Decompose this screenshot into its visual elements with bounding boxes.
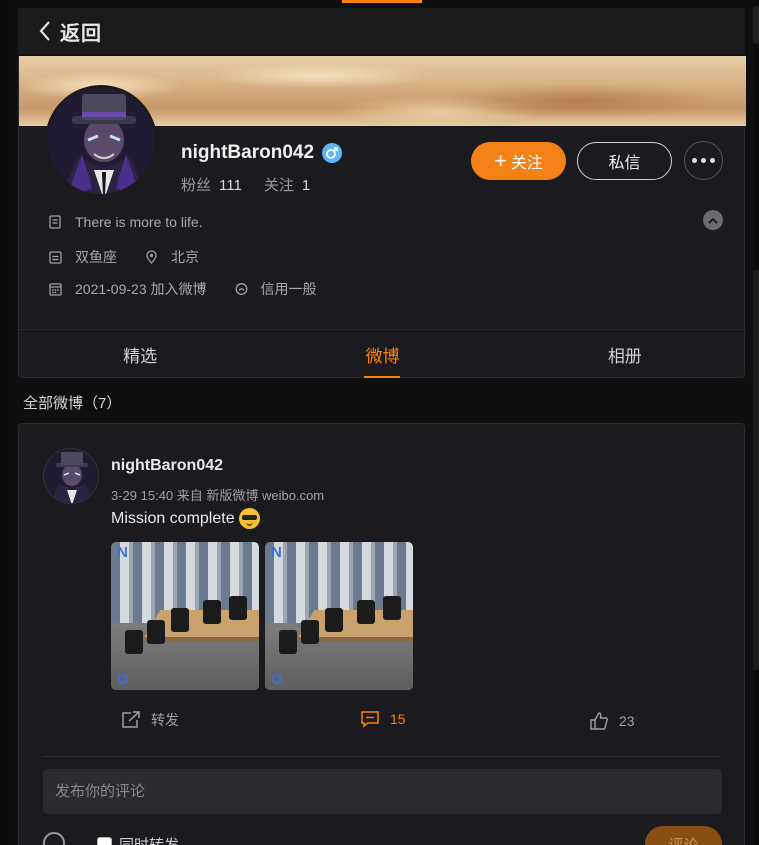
- sunglasses-emoji-icon: [238, 508, 260, 529]
- image-chair: [171, 608, 189, 632]
- post-username[interactable]: nightBaron042: [111, 457, 223, 475]
- watermark-letter: O: [271, 671, 283, 688]
- share-icon: [122, 711, 140, 728]
- fans-count: 111: [219, 177, 242, 194]
- back-button[interactable]: 返回: [18, 8, 745, 54]
- watermark-letter: N: [271, 544, 282, 561]
- tab-weibo[interactable]: 微博: [261, 330, 503, 378]
- top-scroll-indicator: [342, 0, 422, 3]
- calendar-icon: [49, 251, 62, 264]
- following-stat[interactable]: 关注 1: [264, 174, 310, 195]
- image-chair: [279, 630, 297, 654]
- image-chair: [147, 620, 165, 644]
- right-side-panel: [753, 0, 759, 845]
- comment-button[interactable]: 15: [360, 710, 406, 728]
- right-side-block: [753, 6, 759, 44]
- image-chair: [383, 596, 401, 620]
- post-avatar[interactable]: [43, 448, 99, 504]
- profile-username: nightBaron042: [181, 142, 315, 163]
- watermark-letter: N: [117, 544, 128, 561]
- post-text-content: Mission complete: [111, 509, 235, 527]
- watermark-letter: O: [117, 671, 129, 688]
- location-text: 北京: [171, 249, 199, 265]
- message-label: 私信: [608, 155, 641, 172]
- tab-label: 相册: [607, 346, 642, 366]
- joined-credit-row: 2021-09-23 加入微博 信用一般: [49, 279, 317, 299]
- tab-album[interactable]: 相册: [504, 330, 746, 378]
- comment-count: 15: [390, 711, 406, 727]
- credit-icon: [235, 283, 247, 295]
- profile-stats: 粉丝 111 关注 1: [181, 174, 310, 195]
- post-text: Mission complete: [111, 508, 260, 529]
- checkbox-box[interactable]: [97, 837, 112, 845]
- image-chair: [203, 600, 221, 624]
- image-chair: [125, 630, 143, 654]
- calendar-grid-icon: [49, 283, 62, 296]
- repost-label: 转发: [151, 712, 179, 728]
- joined-text: 2021-09-23 加入微博: [75, 281, 207, 297]
- plus-icon: +: [494, 148, 507, 173]
- also-repost-checkbox[interactable]: 同时转发: [97, 834, 179, 845]
- all-posts-title: 全部微博（7）: [23, 395, 122, 412]
- post-meta: 3-29 15:40 来自 新版微博 weibo.com: [111, 488, 325, 503]
- chevron-up-icon: [708, 217, 718, 224]
- post-actions: 转发 15 23: [19, 710, 746, 734]
- divider: [43, 756, 721, 757]
- comment-tools: 同时转发 评论: [43, 826, 722, 845]
- image-chair: [301, 620, 319, 644]
- also-repost-label: 同时转发: [119, 834, 179, 845]
- right-side-block: [753, 270, 759, 670]
- like-button[interactable]: 23: [589, 712, 635, 730]
- comment-icon: [361, 711, 379, 728]
- chevron-left-icon: [39, 21, 50, 41]
- fans-label: 粉丝: [181, 177, 212, 194]
- post-image[interactable]: N O: [265, 542, 413, 690]
- post-image[interactable]: N O: [111, 542, 259, 690]
- fans-stat[interactable]: 粉丝 111: [181, 174, 242, 195]
- more-dot: [692, 158, 697, 163]
- message-button[interactable]: 私信: [577, 142, 672, 180]
- avatar[interactable]: [45, 85, 157, 197]
- follow-label: 关注: [510, 155, 543, 172]
- comment-input[interactable]: [43, 769, 722, 814]
- zodiac-location-row: 双鱼座 北京: [49, 247, 199, 267]
- follow-button[interactable]: + 关注: [471, 142, 566, 180]
- submit-comment-button[interactable]: 评论: [645, 826, 722, 845]
- more-dot: [701, 158, 706, 163]
- following-label: 关注: [263, 177, 294, 194]
- more-dot: [710, 158, 715, 163]
- submit-comment-label: 评论: [668, 836, 699, 845]
- more-options-button[interactable]: [684, 141, 723, 180]
- tab-label: 精选: [123, 346, 158, 366]
- male-gender-icon: [322, 143, 342, 163]
- following-count: 1: [301, 177, 311, 194]
- image-chair: [357, 600, 375, 624]
- location-pin-icon: [146, 250, 157, 264]
- image-chair: [325, 608, 343, 632]
- post-card: nightBaron042 3-29 15:40 来自 新版微博 weibo.c…: [18, 423, 745, 845]
- thumbs-up-icon: [590, 712, 608, 730]
- tab-label: 微博: [365, 346, 400, 366]
- image-chair: [229, 596, 247, 620]
- credit-text: 信用一般: [260, 281, 317, 297]
- emoji-smile-icon[interactable]: [43, 832, 65, 845]
- bio-row: There is more to life.: [49, 214, 203, 230]
- profile-tabs: 精选 微博 相册: [19, 329, 746, 378]
- bio-text: There is more to life.: [75, 214, 203, 230]
- repost-button[interactable]: 转发: [121, 710, 179, 730]
- document-icon: [49, 215, 61, 229]
- like-count: 23: [619, 713, 635, 729]
- back-label: 返回: [60, 22, 102, 45]
- profile-card: nightBaron042 粉丝 111 关注 1 + 关注 私信 There is…: [18, 56, 746, 378]
- zodiac-text: 双鱼座: [75, 249, 117, 265]
- collapse-info-button[interactable]: [703, 210, 723, 230]
- tab-featured[interactable]: 精选: [19, 330, 261, 378]
- left-rail: [0, 0, 8, 845]
